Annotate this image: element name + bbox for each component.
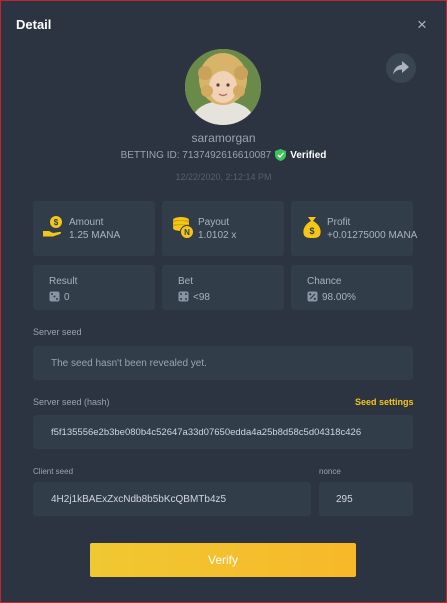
client-seed-label: Client seed [33, 467, 74, 476]
client-seed-value: 4H2j1kBAExZxcNdb8b5bKcQBMTb4z5 [51, 493, 227, 505]
profit-card: $ Profit +0.01275000 MANA [291, 201, 417, 256]
server-seed-value: The seed hasn't been revealed yet. [51, 357, 207, 369]
profit-value: +0.01275000 MANA [327, 230, 418, 241]
chance-value: 98.00% [322, 292, 356, 303]
avatar [185, 49, 261, 125]
client-seed-field[interactable]: 4H2j1kBAExZxcNdb8b5bKcQBMTb4z5 [33, 482, 311, 516]
betting-id: BETTING ID: 7137492616610087 [120, 149, 272, 161]
verify-button[interactable]: Verify [90, 543, 356, 577]
payout-card: N Payout 1.0102 x [162, 201, 284, 256]
dice-icon [178, 291, 189, 302]
chance-value-row: 98.00% [307, 291, 356, 303]
profit-label: Profit [327, 217, 351, 228]
svg-text:$: $ [54, 218, 59, 227]
dice-icon [49, 291, 60, 302]
modal-title: Detail [16, 17, 52, 32]
nonce-field[interactable]: 295 [319, 482, 413, 516]
timestamp: 12/22/2020, 2:12:14 PM [175, 172, 272, 182]
bet-card: Bet <98 [162, 265, 284, 310]
result-value-row: 0 [49, 291, 70, 303]
server-seed-field[interactable]: The seed hasn't been revealed yet. [33, 346, 413, 380]
server-seed-hash-value: f5f135556e2b3be080b4c52647a33d07650edda4… [51, 426, 362, 438]
amount-label: Amount [69, 217, 104, 228]
chance-label: Chance [307, 276, 342, 287]
amount-card: $ Amount 1.25 MANA [33, 201, 155, 256]
nonce-value: 295 [336, 493, 353, 505]
percent-icon [307, 291, 318, 302]
verified-shield-icon [275, 149, 287, 161]
chance-card: Chance 98.00% [291, 265, 413, 310]
money-bag-icon: $ [303, 217, 321, 238]
bet-label: Bet [178, 276, 194, 287]
share-icon [393, 61, 409, 75]
money-hand-icon: $ [43, 216, 62, 237]
bet-value-row: <98 [178, 291, 210, 303]
share-button[interactable] [386, 53, 416, 83]
server-seed-hash-label: Server seed (hash) [33, 397, 110, 407]
betting-id-row: BETTING ID: 7137492616610087 Verified [1, 149, 446, 161]
result-label: Result [49, 276, 78, 287]
result-value: 0 [64, 292, 70, 303]
verified-label: Verified [290, 149, 327, 161]
result-card: Result 0 [33, 265, 155, 310]
payout-value: 1.0102 x [198, 230, 237, 241]
close-icon[interactable]: × [417, 15, 427, 35]
nonce-label: nonce [319, 467, 341, 476]
svg-text:$: $ [309, 226, 314, 236]
svg-text:N: N [184, 228, 190, 237]
payout-label: Payout [198, 217, 230, 228]
amount-value: 1.25 MANA [69, 230, 121, 241]
coins-icon: N [173, 217, 194, 239]
server-seed-label: Server seed [33, 327, 82, 337]
server-seed-hash-field[interactable]: f5f135556e2b3be080b4c52647a33d07650edda4… [33, 415, 413, 449]
seed-settings-link[interactable]: Seed settings [355, 397, 414, 407]
bet-value: <98 [193, 292, 210, 303]
detail-modal: Detail × saramorgan BETTING ID: 71374926… [0, 0, 447, 603]
username: saramorgan [191, 131, 256, 145]
